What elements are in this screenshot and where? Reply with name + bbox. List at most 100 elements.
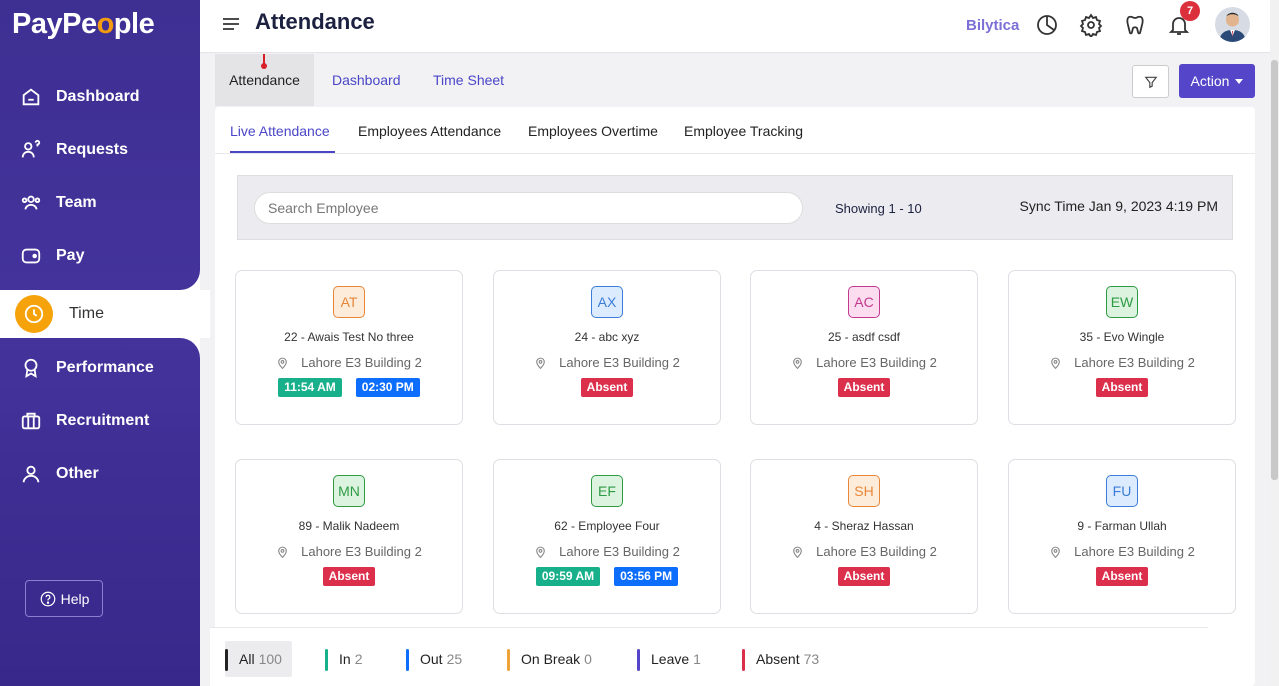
avatar[interactable] (1215, 7, 1250, 42)
location-pin-icon (536, 357, 545, 369)
time-in-badge: 11:54 AM (278, 378, 342, 397)
employee-initials-avatar: MN (333, 475, 365, 507)
brand-logo[interactable]: PayPeople (12, 8, 155, 41)
legend-label: Leave (651, 651, 690, 667)
legend-leave[interactable]: Leave 1 (637, 641, 701, 677)
legend-in[interactable]: In 2 (325, 641, 362, 677)
hamburger-menu-icon[interactable] (222, 15, 240, 33)
employee-name: 4 - Sheraz Hassan (814, 519, 914, 533)
legend-label: Out (420, 651, 443, 667)
page-scrollbar-thumb[interactable] (1271, 60, 1278, 480)
sidebar-item-label: Pay (56, 247, 85, 264)
page-title: Attendance (255, 9, 375, 34)
employee-initials-avatar: AT (333, 286, 365, 318)
legend-color-bar (637, 649, 640, 671)
location-pin-icon (1051, 546, 1060, 558)
employee-status: Absent (494, 378, 720, 397)
employee-card[interactable]: SH 4 - Sheraz Hassan Lahore E3 Building 2 A… (750, 459, 978, 614)
employee-location-label: Lahore E3 Building 2 (816, 544, 937, 559)
employee-card[interactable]: AC 25 - asdf csdf Lahore E3 Building 2 Abse… (750, 270, 978, 425)
sidebar-bottom-bg (0, 338, 200, 686)
legend-out[interactable]: Out 25 (406, 641, 462, 677)
employee-card[interactable]: AT 22 - Awais Test No three Lahore E3 Buil… (235, 270, 463, 425)
employee-name: 22 - Awais Test No three (284, 330, 414, 344)
requests-icon (21, 139, 41, 158)
employee-location-label: Lahore E3 Building 2 (559, 355, 680, 370)
filter-button[interactable] (1132, 65, 1169, 98)
employee-card[interactable]: FU 9 - Farman Ullah Lahore E3 Building 2 Ab… (1008, 459, 1236, 614)
active-indicator-dot (261, 63, 267, 69)
legend-on-break[interactable]: On Break 0 (507, 641, 592, 677)
sync-time: Sync Time Jan 9, 2023 4:19 PM (1019, 198, 1218, 214)
help-button[interactable]: Help (25, 580, 103, 617)
tab-dashboard[interactable]: Dashboard (332, 54, 401, 106)
clock-icon (15, 295, 53, 333)
legend-all[interactable]: All 100 (225, 641, 292, 677)
search-input[interactable] (254, 192, 803, 224)
employee-name: 89 - Malik Nadeem (298, 519, 400, 533)
employee-card[interactable]: AX 24 - abc xyz Lahore E3 Building 2 Absent (493, 270, 721, 425)
home-icon (22, 88, 40, 106)
tab-label: Dashboard (332, 72, 401, 88)
employee-location: Lahore E3 Building 2 (494, 544, 720, 559)
legend-color-bar (325, 649, 328, 671)
status-absent-badge: Absent (837, 567, 891, 586)
employee-location: Lahore E3 Building 2 (236, 355, 462, 370)
legend-absent[interactable]: Absent 73 (742, 641, 819, 677)
status-absent-badge: Absent (837, 378, 891, 397)
subtab-employee-tracking[interactable]: Employee Tracking (684, 123, 803, 139)
subtab-active-underline (230, 151, 335, 153)
employee-location: Lahore E3 Building 2 (494, 355, 720, 370)
gear-icon[interactable] (1079, 13, 1103, 37)
sidebar-item-dashboard[interactable]: Dashboard (20, 82, 140, 112)
tab-label: Time Sheet (433, 72, 505, 88)
sidebar-item-other[interactable]: Other (20, 459, 99, 489)
sidebar-item-label: Team (56, 194, 97, 211)
location-pin-icon (278, 357, 287, 369)
main-panel: Live Attendance Employees Attendance Emp… (215, 107, 1255, 686)
location-pin-icon (1051, 357, 1060, 369)
employee-status: Absent (751, 567, 977, 586)
employee-initials-avatar: AC (848, 286, 880, 318)
sidebar-item-time[interactable]: Time (10, 290, 210, 338)
tooth-icon[interactable] (1123, 13, 1147, 37)
legend-count: 0 (584, 651, 592, 667)
legend-count: 73 (803, 651, 820, 667)
subtab-employees-attendance[interactable]: Employees Attendance (358, 123, 501, 139)
employee-location-label: Lahore E3 Building 2 (816, 355, 937, 370)
employee-status: Absent (1009, 567, 1235, 586)
employee-status: 09:59 AM 03:56 PM (494, 567, 720, 586)
sidebar-item-recruitment[interactable]: Recruitment (20, 406, 149, 436)
employee-card[interactable]: EF 62 - Employee Four Lahore E3 Building 2… (493, 459, 721, 614)
employee-card[interactable]: EW 35 - Evo Wingle Lahore E3 Building 2 Abs… (1008, 270, 1236, 425)
location-pin-icon (793, 357, 802, 369)
employee-initials-avatar: AX (591, 286, 623, 318)
employee-card[interactable]: MN 89 - Malik Nadeem Lahore E3 Building 2 A… (235, 459, 463, 614)
action-label: Action (1190, 73, 1230, 89)
employee-location: Lahore E3 Building 2 (1009, 544, 1235, 559)
employee-name: 35 - Evo Wingle (1079, 330, 1165, 344)
subtab-live-attendance[interactable]: Live Attendance (230, 123, 330, 139)
sidebar-item-requests[interactable]: Requests (20, 135, 128, 165)
sub-tabs: Live Attendance Employees Attendance Emp… (215, 107, 1255, 154)
employee-location: Lahore E3 Building 2 (1009, 355, 1235, 370)
sidebar-item-pay[interactable]: Pay (20, 241, 84, 271)
help-label: Help (60, 590, 90, 607)
pie-chart-icon[interactable] (1035, 13, 1059, 37)
tab-attendance[interactable]: Attendance (215, 54, 314, 106)
subtab-employees-overtime[interactable]: Employees Overtime (528, 123, 658, 139)
app-root: PayPeople Dashboard Requests Team Pay Ti… (0, 0, 1279, 686)
sidebar-item-team[interactable]: Team (20, 188, 97, 218)
employee-status: Absent (236, 567, 462, 586)
action-button[interactable]: Action (1179, 64, 1255, 98)
filter-icon (1144, 76, 1157, 88)
sidebar-item-performance[interactable]: Performance (20, 353, 154, 383)
employee-name: 9 - Farman Ullah (1077, 519, 1167, 533)
showing-count: Showing 1 - 10 (835, 201, 922, 216)
status-absent-badge: Absent (1095, 378, 1149, 397)
sidebar-item-label: Recruitment (56, 412, 150, 429)
wallet-icon (21, 248, 41, 264)
tab-time-sheet[interactable]: Time Sheet (433, 54, 504, 106)
status-absent-badge: Absent (322, 567, 376, 586)
company-name[interactable]: Bilytica (966, 17, 1019, 34)
